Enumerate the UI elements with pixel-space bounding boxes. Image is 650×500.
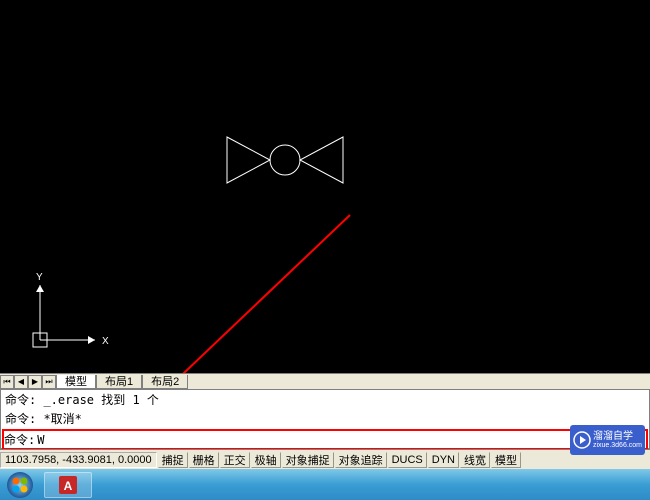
command-panel: 命令: _.erase 找到 1 个 命令: *取消* 命令: — [0, 389, 650, 449]
snap-toggle[interactable]: 捕捉 — [158, 452, 188, 468]
taskbar-app-autocad[interactable]: A — [44, 472, 92, 498]
tab-nav-first-icon[interactable]: ⏮ — [0, 375, 14, 389]
command-history-line: 命令: _.erase 找到 1 个 — [1, 390, 649, 409]
polar-toggle[interactable]: 极轴 — [251, 452, 281, 468]
status-bar: 1103.7958, -433.9081, 0.0000 捕捉 栅格 正交 极轴… — [0, 449, 650, 469]
ucs-icon: X Y — [30, 270, 110, 353]
command-history-line: 命令: *取消* — [1, 409, 649, 428]
svg-text:A: A — [64, 479, 73, 493]
watermark-text: 溜溜自学 — [593, 432, 642, 442]
model-paper-toggle[interactable]: 模型 — [491, 452, 521, 468]
tab-model[interactable]: 模型 — [56, 375, 96, 389]
lineweight-toggle[interactable]: 线宽 — [460, 452, 490, 468]
watermark-url: zixue.3d66.com — [593, 442, 642, 449]
drawing-canvas[interactable]: X Y — [0, 0, 650, 373]
windows-taskbar: A — [0, 469, 650, 500]
layout-tab-bar: ⏮ ◀ ▶ ⏭ 模型 布局1 布局2 — [0, 373, 650, 389]
tab-layout2[interactable]: 布局2 — [142, 375, 188, 389]
command-prompt-label: 命令: — [4, 431, 35, 448]
coordinates-display: 1103.7958, -433.9081, 0.0000 — [0, 452, 157, 468]
grid-toggle[interactable]: 栅格 — [189, 452, 219, 468]
command-input[interactable] — [35, 432, 646, 448]
cad-drawing-object — [225, 135, 345, 185]
ortho-toggle[interactable]: 正交 — [220, 452, 250, 468]
autocad-icon: A — [58, 475, 78, 495]
svg-text:Y: Y — [36, 272, 43, 283]
start-button[interactable] — [0, 469, 40, 500]
tab-nav-next-icon[interactable]: ▶ — [28, 375, 42, 389]
tab-nav-prev-icon[interactable]: ◀ — [14, 375, 28, 389]
otrack-toggle[interactable]: 对象追踪 — [335, 452, 387, 468]
dyn-toggle[interactable]: DYN — [428, 452, 459, 468]
svg-text:X: X — [102, 336, 109, 347]
osnap-toggle[interactable]: 对象捕捉 — [282, 452, 334, 468]
command-input-row[interactable]: 命令: — [2, 429, 648, 450]
ducs-toggle[interactable]: DUCS — [388, 452, 427, 468]
watermark-badge: 溜溜自学 zixue.3d66.com — [570, 425, 645, 455]
tab-nav-last-icon[interactable]: ⏭ — [42, 375, 56, 389]
tab-layout1[interactable]: 布局1 — [96, 375, 142, 389]
